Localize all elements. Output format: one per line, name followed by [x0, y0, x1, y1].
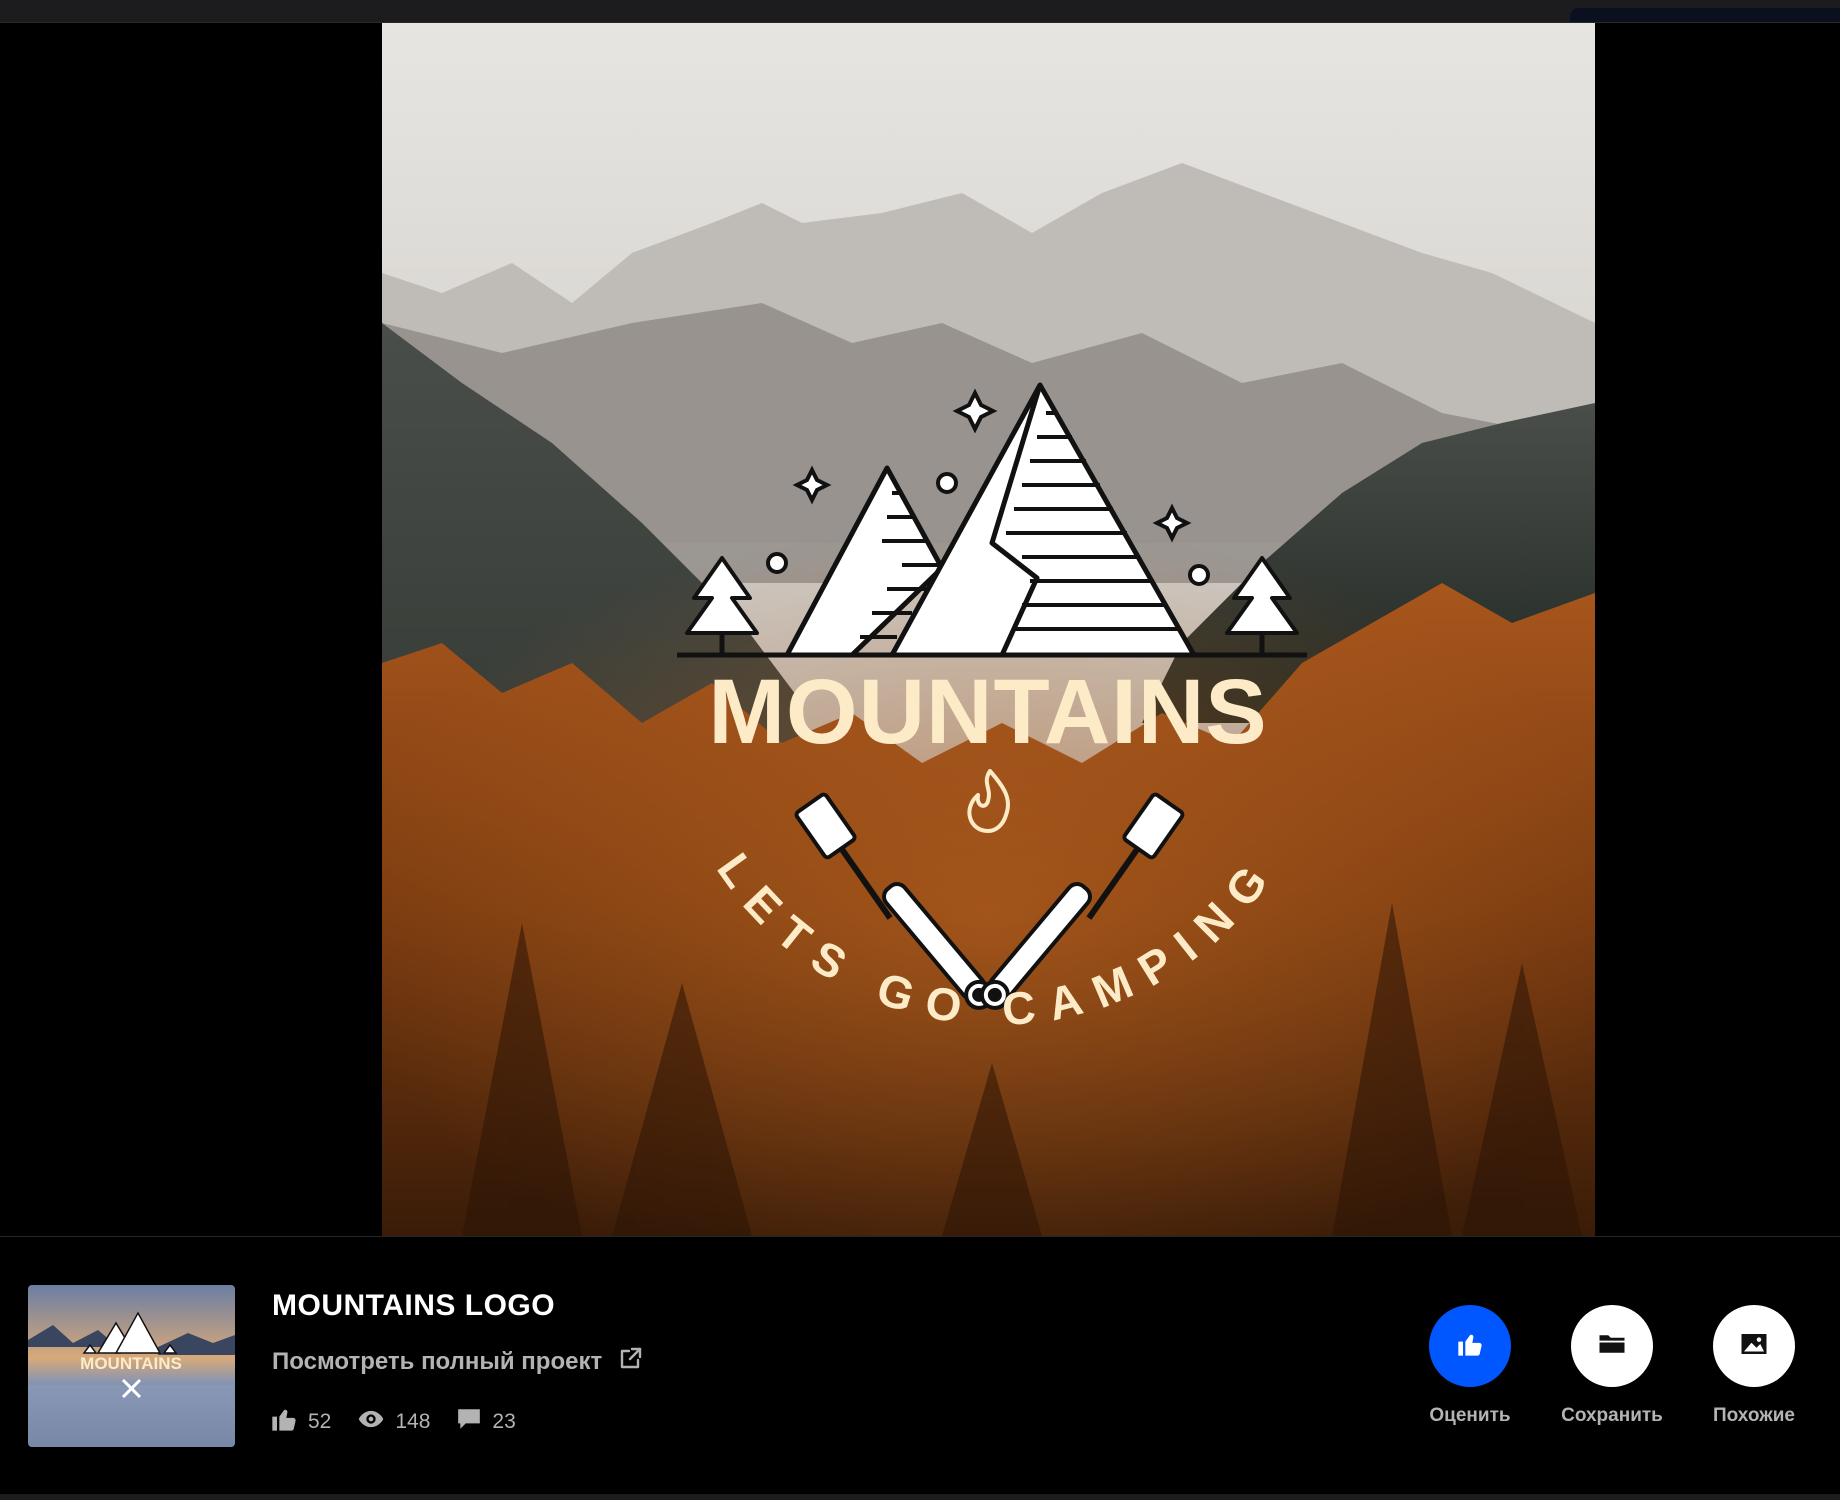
likes-count: 52: [308, 1410, 332, 1433]
appreciate-circle[interactable]: [1429, 1305, 1511, 1387]
save-label: Сохранить: [1561, 1405, 1663, 1426]
similar-button[interactable]: Похожие: [1704, 1305, 1804, 1427]
top-bar-pill: [1570, 8, 1840, 22]
thumbnail-title: MOUNTAINS: [80, 1354, 182, 1373]
comment-icon: [456, 1406, 482, 1438]
project-stats: 52 148 23: [270, 1405, 516, 1439]
top-bar: [0, 0, 1840, 23]
eye-icon: [357, 1405, 385, 1439]
image-icon: [1739, 1329, 1769, 1364]
thumbs-up-icon: [270, 1405, 298, 1439]
project-title: MOUNTAINS LOGO: [272, 1289, 556, 1322]
views-count: 148: [395, 1410, 431, 1433]
save-button[interactable]: Сохранить: [1561, 1305, 1663, 1427]
logo-title: MOUNTAINS: [708, 661, 1267, 763]
external-link-icon: [618, 1345, 644, 1378]
appreciate-label: Оценить: [1429, 1405, 1511, 1426]
comments-count: 23: [492, 1410, 516, 1433]
thumbs-up-icon: [1456, 1330, 1484, 1363]
project-actions: Оценить Сохранить Похожие: [1420, 1305, 1804, 1427]
similar-circle[interactable]: [1713, 1305, 1795, 1387]
view-full-project-link[interactable]: Посмотреть полный проект: [272, 1345, 644, 1378]
artwork-image: MOUNTAINS LETS GO CAMPING: [382, 23, 1595, 1236]
views-stat: 148: [357, 1405, 430, 1439]
image-viewer: MOUNTAINS LETS GO CAMPING: [0, 23, 1840, 1236]
view-full-project-label: Посмотреть полный проект: [272, 1347, 603, 1375]
project-thumbnail[interactable]: MOUNTAINS: [28, 1285, 235, 1447]
bottom-bar: [0, 1494, 1840, 1500]
appreciate-button[interactable]: Оценить: [1420, 1305, 1520, 1427]
folder-icon: [1597, 1329, 1627, 1364]
similar-label: Похожие: [1713, 1405, 1795, 1426]
likes-stat: 52: [270, 1405, 331, 1439]
artwork-canvas: MOUNTAINS LETS GO CAMPING: [382, 23, 1595, 1236]
thumbnail-image: MOUNTAINS: [28, 1285, 235, 1447]
project-info-bar: MOUNTAINS MOUNTAINS LOGO Посмотреть полн…: [0, 1237, 1840, 1494]
comments-stat: 23: [456, 1406, 516, 1438]
save-circle[interactable]: [1571, 1305, 1653, 1387]
